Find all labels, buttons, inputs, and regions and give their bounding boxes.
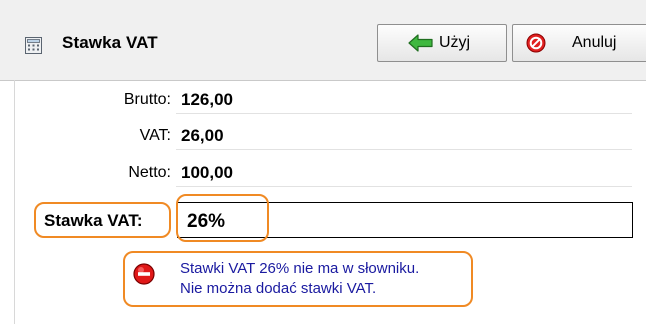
arrow-left-icon [408, 34, 433, 52]
netto-label: Netto: [128, 164, 171, 181]
cancel-button-label: Anuluj [572, 34, 617, 51]
no-entry-icon [526, 33, 546, 53]
row-divider [176, 113, 632, 114]
window-header: Stawka VAT Użyj Anuluj [0, 0, 646, 81]
vat-label: VAT: [139, 127, 171, 144]
error-message-line-2: Nie można dodać stawki VAT. [180, 280, 377, 297]
left-frame [0, 80, 15, 324]
calculator-icon [25, 37, 42, 54]
row-divider [176, 186, 632, 187]
rate-value[interactable]: 26% [187, 211, 225, 233]
row-divider [176, 149, 632, 150]
rate-label-highlight: Stawka VAT: [34, 202, 171, 238]
brutto-label: Brutto: [123, 91, 171, 108]
vat-rate-window: Stawka VAT Użyj Anuluj Brutto: 126,00 VA… [0, 0, 646, 324]
error-message-line-1: Stawki VAT 26% nie ma w słowniku. [180, 260, 420, 277]
use-button[interactable]: Użyj [377, 24, 507, 62]
window-title: Stawka VAT [62, 33, 158, 52]
rate-label: Stawka VAT: [44, 211, 143, 230]
cancel-button[interactable]: Anuluj [512, 24, 646, 62]
netto-value: 100,00 [181, 163, 233, 182]
error-stop-icon [133, 263, 155, 285]
vat-value: 26,00 [181, 126, 224, 145]
use-button-label: Użyj [439, 34, 471, 51]
brutto-value: 126,00 [181, 90, 233, 109]
